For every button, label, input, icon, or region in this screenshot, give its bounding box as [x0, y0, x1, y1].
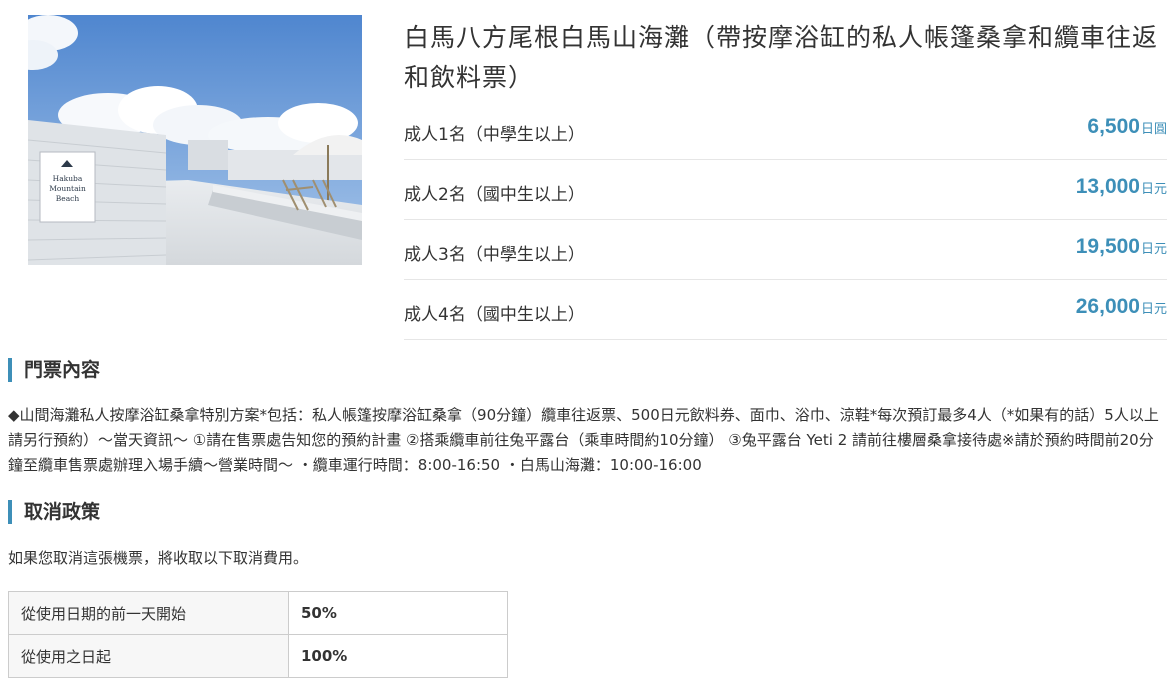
product-title: 白馬八方尾根白馬山海灘（帶按摩浴缸的私人帳篷桑拿和纜車往返和飲料票） — [404, 23, 1159, 92]
price-value: 6,500日圓 — [1087, 115, 1167, 139]
price-list: 成人1名（中學生以上） 6,500日圓 成人2名（國中生以上） 13,000日元… — [404, 100, 1167, 340]
price-label: 成人4名（國中生以上） — [404, 305, 585, 325]
svg-text:Beach: Beach — [56, 194, 80, 203]
cancellation-period: 從使用日期的前一天開始 — [8, 591, 289, 635]
ticket-content-text: ◆山間海灘私人按摩浴缸桑拿特別方案*包括：私人帳篷按摩浴缸桑拿（90分鐘）纜車往… — [8, 406, 1159, 474]
price-currency: 日元 — [1140, 182, 1167, 197]
price-label: 成人1名（中學生以上） — [404, 125, 585, 145]
cancellation-fee: 100% — [288, 634, 508, 678]
price-value: 19,500日元 — [1076, 235, 1167, 259]
product-photo: Hakuba Mountain Beach — [28, 15, 362, 265]
cancellation-intro: 如果您取消這張機票，將收取以下取消費用。 — [8, 549, 309, 567]
price-value: 26,000日元 — [1076, 295, 1167, 319]
cancellation-fee: 50% — [288, 591, 508, 635]
price-label: 成人2名（國中生以上） — [404, 185, 585, 205]
price-amount: 19,500 — [1075, 235, 1140, 258]
price-currency: 日元 — [1140, 242, 1167, 257]
price-currency: 日元 — [1140, 302, 1167, 317]
cancellation-period: 從使用之日起 — [8, 634, 289, 678]
cancellation-heading: 取消政策 — [8, 500, 100, 524]
table-row: 從使用之日起 100% — [8, 634, 508, 678]
ticket-content-heading: 門票內容 — [8, 358, 100, 382]
price-amount: 26,000 — [1075, 295, 1140, 318]
price-value: 13,000日元 — [1076, 175, 1167, 199]
table-row: 從使用日期的前一天開始 50% — [8, 591, 508, 635]
svg-text:Mountain: Mountain — [49, 184, 86, 193]
svg-text:Hakuba: Hakuba — [53, 174, 83, 183]
cancellation-table: 從使用日期的前一天開始 50% 從使用之日起 100% — [8, 591, 508, 678]
price-row: 成人3名（中學生以上） 19,500日元 — [404, 220, 1167, 280]
price-amount: 13,000 — [1075, 175, 1140, 198]
price-row: 成人2名（國中生以上） 13,000日元 — [404, 160, 1167, 220]
price-currency: 日圓 — [1140, 122, 1167, 137]
price-label: 成人3名（中學生以上） — [404, 245, 585, 265]
price-row: 成人4名（國中生以上） 26,000日元 — [404, 280, 1167, 340]
price-row: 成人1名（中學生以上） 6,500日圓 — [404, 100, 1167, 160]
price-amount: 6,500 — [1087, 115, 1140, 138]
